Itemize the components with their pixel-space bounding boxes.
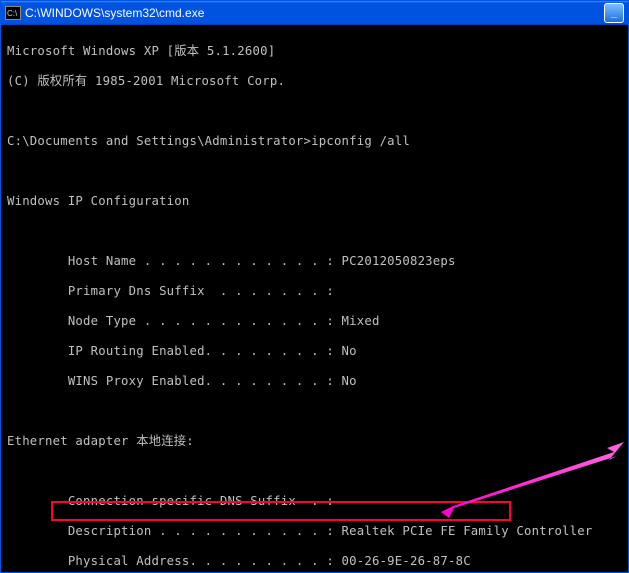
line-wins-proxy: WINS Proxy Enabled. . . . . . . . : No bbox=[7, 374, 622, 389]
line-ip-routing: IP Routing Enabled. . . . . . . . : No bbox=[7, 344, 622, 359]
cmd-icon: C:\ bbox=[5, 6, 21, 20]
line-blank bbox=[7, 104, 622, 119]
cmd-window: C:\ C:\WINDOWS\system32\cmd.exe _ Micros… bbox=[0, 0, 629, 573]
line-primary-dns: Primary Dns Suffix . . . . . . . : bbox=[7, 284, 622, 299]
line-ipcfg-title: Windows IP Configuration bbox=[7, 194, 622, 209]
line-eth-desc: Description . . . . . . . . . . . : Real… bbox=[7, 524, 622, 539]
minimize-button[interactable]: _ bbox=[604, 3, 624, 23]
line-header2: (C) 版权所有 1985-2001 Microsoft Corp. bbox=[7, 74, 622, 89]
line-blank bbox=[7, 464, 622, 479]
line-eth-dns-suffix: Connection-specific DNS Suffix . : bbox=[7, 494, 622, 509]
line-eth-title: Ethernet adapter 本地连接: bbox=[7, 434, 622, 449]
console-output[interactable]: Microsoft Windows XP [版本 5.1.2600] (C) 版… bbox=[1, 25, 628, 572]
line-blank bbox=[7, 224, 622, 239]
line-node-type: Node Type . . . . . . . . . . . . : Mixe… bbox=[7, 314, 622, 329]
line-blank bbox=[7, 164, 622, 179]
line-eth-phys: Physical Address. . . . . . . . . : 00-2… bbox=[7, 554, 622, 569]
line-header1: Microsoft Windows XP [版本 5.1.2600] bbox=[7, 44, 622, 59]
window-title: C:\WINDOWS\system32\cmd.exe bbox=[25, 6, 602, 20]
line-host-name: Host Name . . . . . . . . . . . . : PC20… bbox=[7, 254, 622, 269]
titlebar[interactable]: C:\ C:\WINDOWS\system32\cmd.exe _ bbox=[1, 1, 628, 25]
line-prompt: C:\Documents and Settings\Administrator>… bbox=[7, 134, 622, 149]
line-blank bbox=[7, 404, 622, 419]
